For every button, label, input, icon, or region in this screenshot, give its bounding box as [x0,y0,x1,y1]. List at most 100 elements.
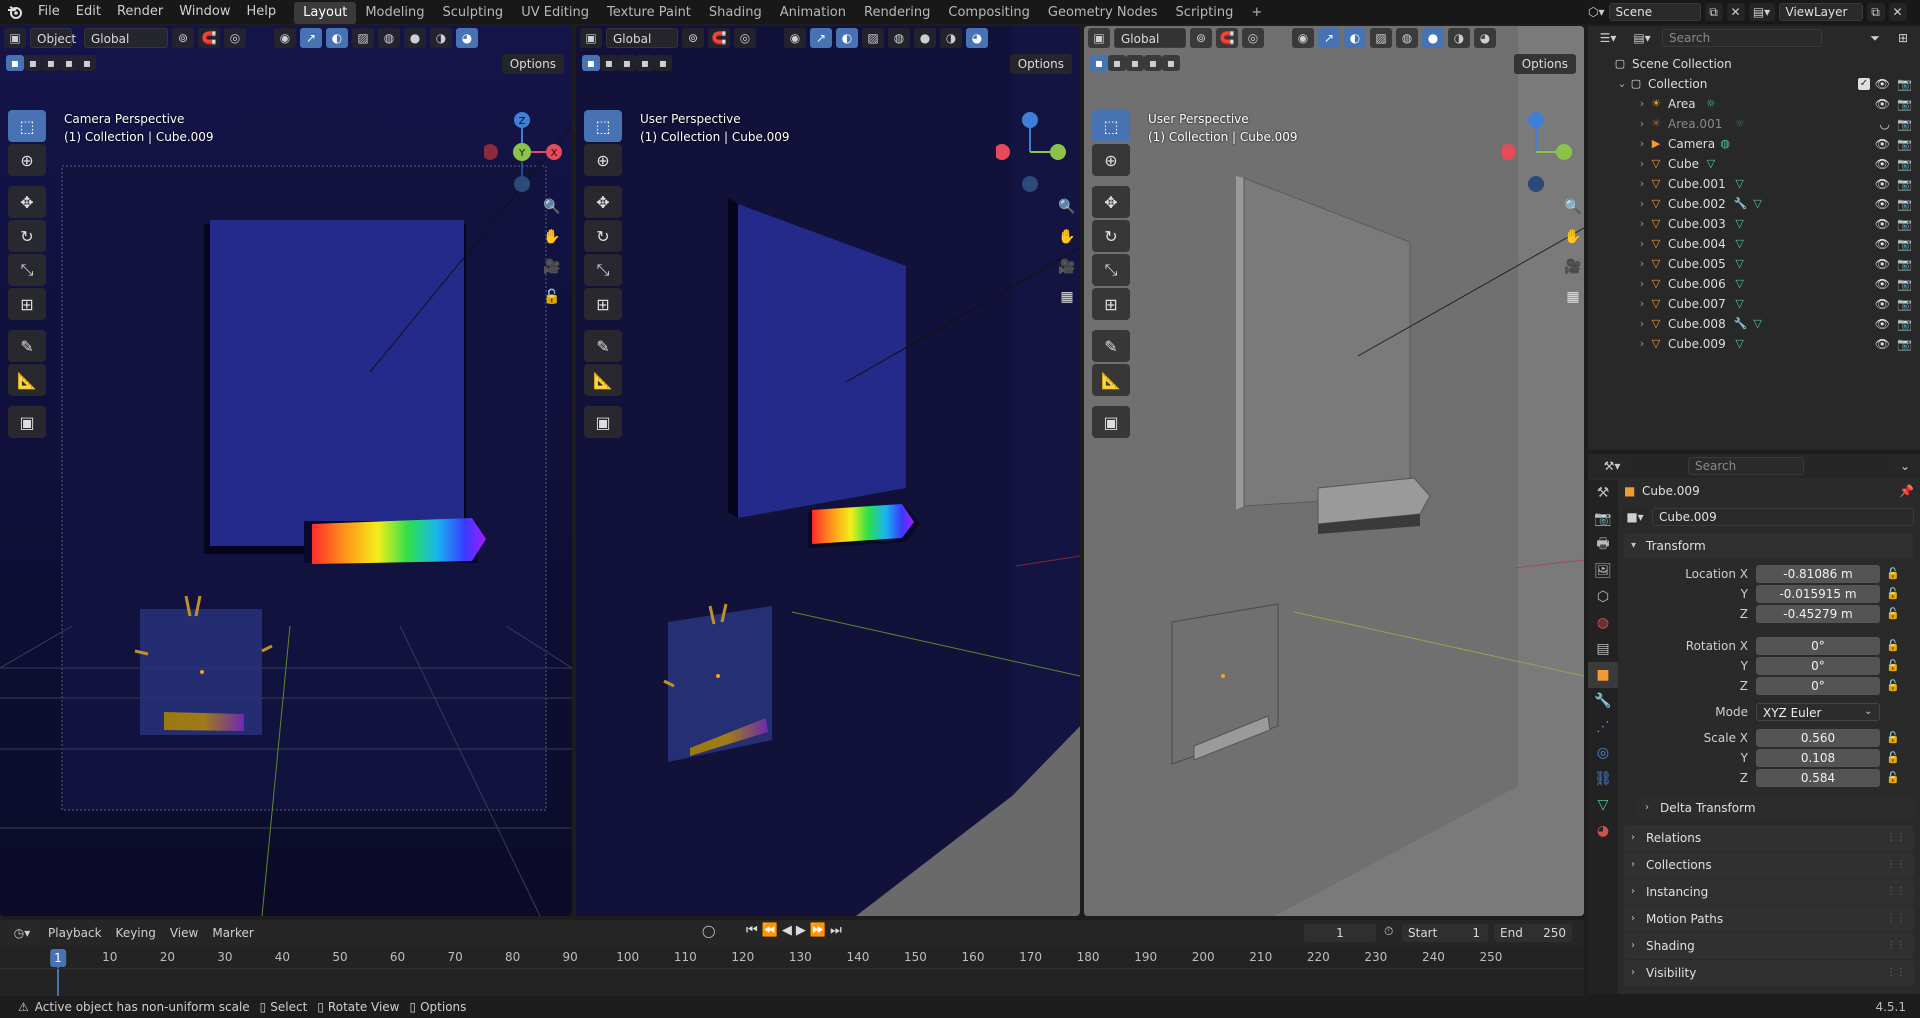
render-camera-icon[interactable]: 📷 [1897,237,1912,251]
datablock-browse-icon[interactable]: ■▾ [1622,508,1648,526]
start-frame-field[interactable]: Start 1 [1402,924,1488,942]
outliner-item[interactable]: › ▽ Cube.002 🔧 ▽ 👁 📷 [1588,194,1920,214]
mesh-data-icon[interactable]: ▽ [1734,238,1746,250]
rotation-mode-dropdown[interactable]: XYZ Euler [1756,703,1880,721]
outliner-search-input[interactable]: Search [1662,29,1822,47]
select-box-icon[interactable]: ⬚ [1092,110,1130,142]
eye-icon[interactable]: 👁 [1875,337,1890,351]
outliner-item[interactable]: › ☀ Area ☼ 👁 📷 [1588,94,1920,114]
keying-menu[interactable]: Keying [116,926,156,940]
gizmo-icon[interactable]: ↗ [810,28,832,48]
move-icon[interactable]: ✥ [1092,186,1130,218]
measure-icon[interactable]: 📐 [1092,364,1130,396]
move-icon[interactable]: ✥ [584,186,622,218]
add-cube-icon[interactable]: ▣ [1092,406,1130,438]
mesh-data-icon[interactable]: ▽ [1752,318,1764,330]
proportional-edit-icon[interactable]: ◎ [1242,28,1264,48]
outliner-item[interactable]: › ▽ Cube.008 🔧 ▽ 👁 📷 [1588,314,1920,334]
location-y-field[interactable]: -0.015915 m [1756,585,1880,603]
current-frame-field[interactable]: 1 [1304,924,1376,942]
proportional-edit-icon[interactable]: ◎ [734,28,756,48]
playback-controls[interactable]: ⏮⏪◀▶⏩⏭ [746,923,846,938]
lock-camera-icon[interactable]: 🔓 [539,284,565,310]
scale-icon[interactable]: ⤡ [584,254,622,286]
mesh-data-icon[interactable]: ▽ [1734,218,1746,230]
lock-icon[interactable]: 🔓 [1886,604,1900,624]
options-dropdown[interactable]: Options [501,54,564,74]
auto-key-icon[interactable]: ◯ [702,924,715,938]
options-dropdown[interactable]: Options [1513,54,1576,74]
camera-view-icon[interactable]: 🎥 [1560,254,1584,280]
proportional-edit-icon[interactable]: ◎ [224,28,246,48]
select-mode-new-icon[interactable]: ▪ [582,55,600,71]
tab-scripting[interactable]: Scripting [1167,2,1243,24]
annotate-icon[interactable]: ✎ [8,330,46,362]
zoom-icon[interactable]: 🔍 [1054,194,1080,220]
xray-icon[interactable]: ▨ [862,28,884,48]
shading-wireframe-icon[interactable]: ◍ [888,28,910,48]
outliner-item[interactable]: › ▽ Cube.007 ▽ 👁 📷 [1588,294,1920,314]
overlay-icon[interactable]: ◐ [836,28,858,48]
pan-hand-icon[interactable]: ✋ [1560,224,1584,250]
view-menu[interactable]: View [170,926,198,940]
viewport-user-2[interactable]: ▣ Global ⊚ 🧲 ◎ ◉ ↗ ◐ ▨ ◍ ● ◑ ◕ ▪ ▪ ▪ ▪ ▪… [1084,26,1584,916]
visibility-icon[interactable]: ◉ [784,28,806,48]
chevron-down-icon[interactable]: ⌄ [1894,456,1916,476]
annotate-icon[interactable]: ✎ [584,330,622,362]
lock-icon[interactable]: 🔓 [1886,748,1900,768]
shading-material-icon[interactable]: ◑ [430,28,452,48]
pivot-icon[interactable]: ⊚ [682,28,704,48]
gizmo-icon[interactable]: ↗ [300,28,322,48]
camera-data-icon[interactable]: ◍ [1719,138,1731,150]
render-camera-icon[interactable]: 📷 [1897,77,1912,91]
shading-rendered-icon[interactable]: ◕ [456,28,478,48]
drag-handle-icon[interactable]: ⋮⋮ [1886,879,1906,905]
select-mode-subtract-icon[interactable]: ▪ [42,55,60,71]
rotation-z-field[interactable]: 0° [1756,677,1880,695]
location-x-field[interactable]: -0.81086 m [1756,565,1880,583]
outliner-item[interactable]: › ▽ Cube.003 ▽ 👁 📷 [1588,214,1920,234]
cursor-icon[interactable]: ⊕ [8,144,46,176]
object-tab-icon[interactable]: ■ [1588,662,1618,688]
outliner-item[interactable]: › ▽ Cube.006 ▽ 👁 📷 [1588,274,1920,294]
tab-modeling[interactable]: Modeling [356,2,433,24]
mesh-data-icon[interactable]: ▽ [1752,198,1764,210]
eye-icon[interactable]: 👁 [1875,137,1890,151]
mesh-data-icon[interactable]: ▽ [1734,258,1746,270]
drag-handle-icon[interactable]: ⋮⋮ [1886,825,1906,851]
options-dropdown[interactable]: Options [1009,54,1072,74]
add-workspace-button[interactable]: + [1242,2,1271,24]
lock-icon[interactable]: 🔓 [1886,564,1900,584]
rotate-icon[interactable]: ↻ [584,220,622,252]
render-camera-icon[interactable]: 📷 [1897,197,1912,211]
scale-z-field[interactable]: 0.584 [1756,769,1880,787]
drag-handle-icon[interactable]: ⋮⋮ [1886,960,1906,986]
select-box-icon[interactable]: ⬚ [584,110,622,142]
data-tab-icon[interactable]: ▽ [1588,792,1618,818]
world-tab-icon[interactable]: ◍ [1588,610,1618,636]
ortho-grid-icon[interactable]: ▦ [1054,284,1080,310]
lock-icon[interactable]: 🔓 [1886,584,1900,604]
render-camera-icon[interactable]: 📷 [1897,337,1912,351]
zoom-icon[interactable]: 🔍 [1560,194,1584,220]
select-mode-invert-icon[interactable]: ▪ [636,55,654,71]
menu-file[interactable]: File [30,0,68,24]
rotation-x-field[interactable]: 0° [1756,637,1880,655]
properties-search-input[interactable]: Search [1688,457,1804,475]
mode-dropdown[interactable]: Object [30,28,76,48]
tab-texture-paint[interactable]: Texture Paint [598,2,700,24]
outliner-item[interactable]: › ▽ Cube.005 ▽ 👁 📷 [1588,254,1920,274]
mesh-data-icon[interactable]: ▽ [1734,338,1746,350]
chevron-right-icon[interactable]: › [1636,278,1648,290]
eye-icon[interactable]: 👁 [1875,237,1890,251]
tab-shading[interactable]: Shading [700,2,771,24]
mesh-data-icon[interactable]: ▽ [1705,158,1717,170]
select-mode-extend-icon[interactable]: ▪ [1108,55,1126,71]
panel-header-relations[interactable]: › Relations ⋮⋮ [1624,825,1914,851]
chevron-right-icon[interactable]: › [1636,218,1648,230]
scene-tab-icon[interactable]: ⬡ [1588,584,1618,610]
filter-icon[interactable]: ⏷ [1864,28,1886,48]
scale-icon[interactable]: ⤡ [1092,254,1130,286]
select-mode-new-icon[interactable]: ▪ [1090,55,1108,71]
render-camera-icon[interactable]: 📷 [1897,317,1912,331]
